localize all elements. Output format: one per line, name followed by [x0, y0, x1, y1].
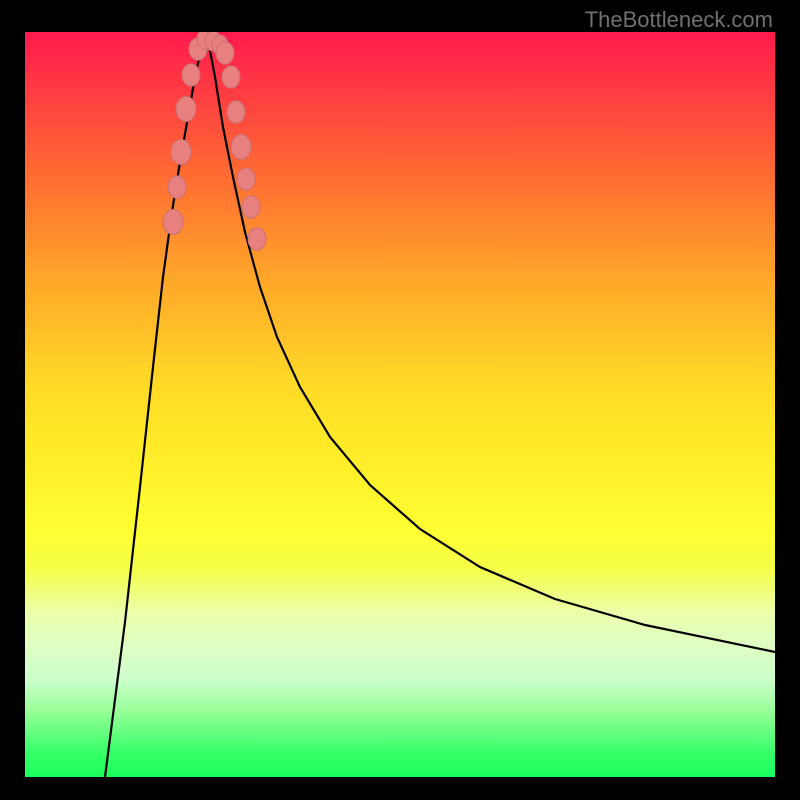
chart-frame: TheBottleneck.com: [0, 0, 800, 800]
data-point: [222, 66, 240, 89]
plot-area: [25, 32, 775, 777]
data-point: [163, 210, 183, 235]
data-point: [231, 135, 251, 160]
data-point: [227, 101, 245, 124]
data-points-group: [163, 32, 266, 250]
watermark-text: TheBottleneck.com: [585, 7, 773, 33]
data-point: [248, 228, 266, 251]
data-point: [237, 168, 255, 191]
data-point: [216, 42, 234, 65]
curve-right: [208, 40, 775, 652]
data-point: [182, 64, 200, 87]
data-point: [171, 140, 191, 165]
data-point: [176, 97, 196, 122]
data-point: [242, 196, 260, 219]
data-point: [168, 176, 186, 199]
curve-svg: [25, 32, 775, 777]
